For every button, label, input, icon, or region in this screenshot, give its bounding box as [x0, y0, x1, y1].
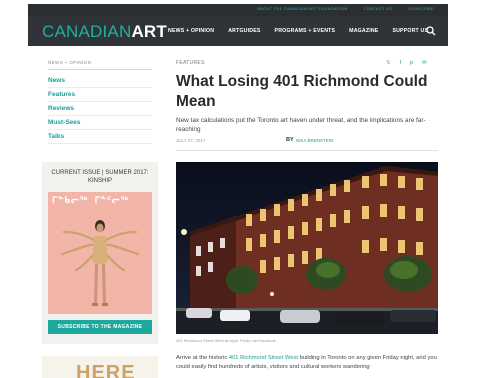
article-photo[interactable] — [176, 162, 438, 334]
article-body: Arrive at the historic 401 Richmond Stre… — [176, 354, 438, 371]
logo-part-art: ART — [131, 22, 167, 41]
article-date: JULY 27, 2017 — [176, 138, 206, 143]
author-link[interactable]: NIKA BRENSTEIN — [296, 138, 333, 143]
subscribe-link[interactable]: SUBSCRIBE — [408, 6, 434, 11]
nav-support-us[interactable]: SUPPORT US — [392, 28, 428, 34]
share-icons: 𝕏 f p ✉ — [386, 60, 427, 66]
search-icon[interactable] — [426, 26, 436, 36]
advertisement[interactable]: HERE — [42, 356, 158, 378]
utility-bar: ABOUT THE CANADIAN ART FOUNDATION CONTAC… — [28, 4, 448, 16]
logo-part-canadian: CANADIAN — [42, 22, 132, 41]
email-icon[interactable]: ✉ — [422, 60, 427, 66]
twitter-icon[interactable]: 𝕏 — [386, 60, 390, 66]
facebook-icon[interactable]: f — [399, 60, 401, 66]
magazine-cover[interactable]: ᒥᓐᑲᓕᖅ ᒥᓐᑦᓕᖅ — [48, 192, 152, 314]
sidebar-menu: News Features Reviews Must-Sees Talks — [48, 74, 152, 144]
sidebar-item-news[interactable]: News — [48, 74, 152, 88]
article-section-label[interactable]: FEATURES — [176, 60, 205, 66]
article-headline: What Losing 401 Richmond Could Mean — [176, 73, 428, 110]
sidebar-item-features[interactable]: Features — [48, 88, 152, 102]
body-link-401-richmond[interactable]: 401 Richmond Street West — [229, 355, 298, 361]
article-dek: New tax calculations put the Toronto art… — [176, 117, 426, 133]
ad-text: HERE — [76, 362, 136, 378]
current-issue-box: CURRENT ISSUE | SUMMER 2017: KINSHIP ᒥᓐᑲ… — [42, 162, 158, 344]
nav-news-opinion[interactable]: NEWS + OPINION — [168, 28, 214, 34]
nav-magazine[interactable]: MAGAZINE — [349, 28, 378, 34]
cover-figure-image — [60, 220, 140, 306]
pinterest-icon[interactable]: p — [410, 60, 413, 66]
byline-by: BY — [286, 137, 294, 143]
article-divider — [176, 150, 438, 151]
current-issue-title: CURRENT ISSUE | SUMMER 2017: KINSHIP — [42, 169, 158, 185]
photo-caption: 401 Richmond Street West at night. Photo… — [176, 338, 277, 343]
nav-artguides[interactable]: ARTGUIDES — [228, 28, 260, 34]
sidebar-divider — [48, 69, 152, 70]
subscribe-magazine-button[interactable]: SUBSCRIBE TO THE MAGAZINE — [48, 320, 152, 334]
sidebar-heading: NEWS + OPINION — [48, 60, 92, 65]
contact-link[interactable]: CONTACT US — [364, 6, 393, 11]
nav-menu: NEWS + OPINION ARTGUIDES PROGRAMS + EVEN… — [168, 28, 428, 34]
main-navbar: CANADIANART NEWS + OPINION ARTGUIDES PRO… — [28, 16, 448, 46]
building-night-photo — [176, 162, 438, 334]
current-issue-line2: KINSHIP — [87, 178, 112, 184]
body-text-intro: Arrive at the historic — [176, 355, 229, 361]
about-foundation-link[interactable]: ABOUT THE CANADIAN ART FOUNDATION — [257, 6, 347, 11]
current-issue-line1: CURRENT ISSUE | SUMMER 2017: — [51, 170, 149, 176]
sidebar-item-talks[interactable]: Talks — [48, 130, 152, 144]
nav-programs-events[interactable]: PROGRAMS + EVENTS — [275, 28, 336, 34]
sidebar-item-must-sees[interactable]: Must-Sees — [48, 116, 152, 130]
sidebar-item-reviews[interactable]: Reviews — [48, 102, 152, 116]
utility-links: ABOUT THE CANADIAN ART FOUNDATION CONTAC… — [257, 6, 434, 11]
site-logo[interactable]: CANADIANART — [42, 22, 167, 42]
